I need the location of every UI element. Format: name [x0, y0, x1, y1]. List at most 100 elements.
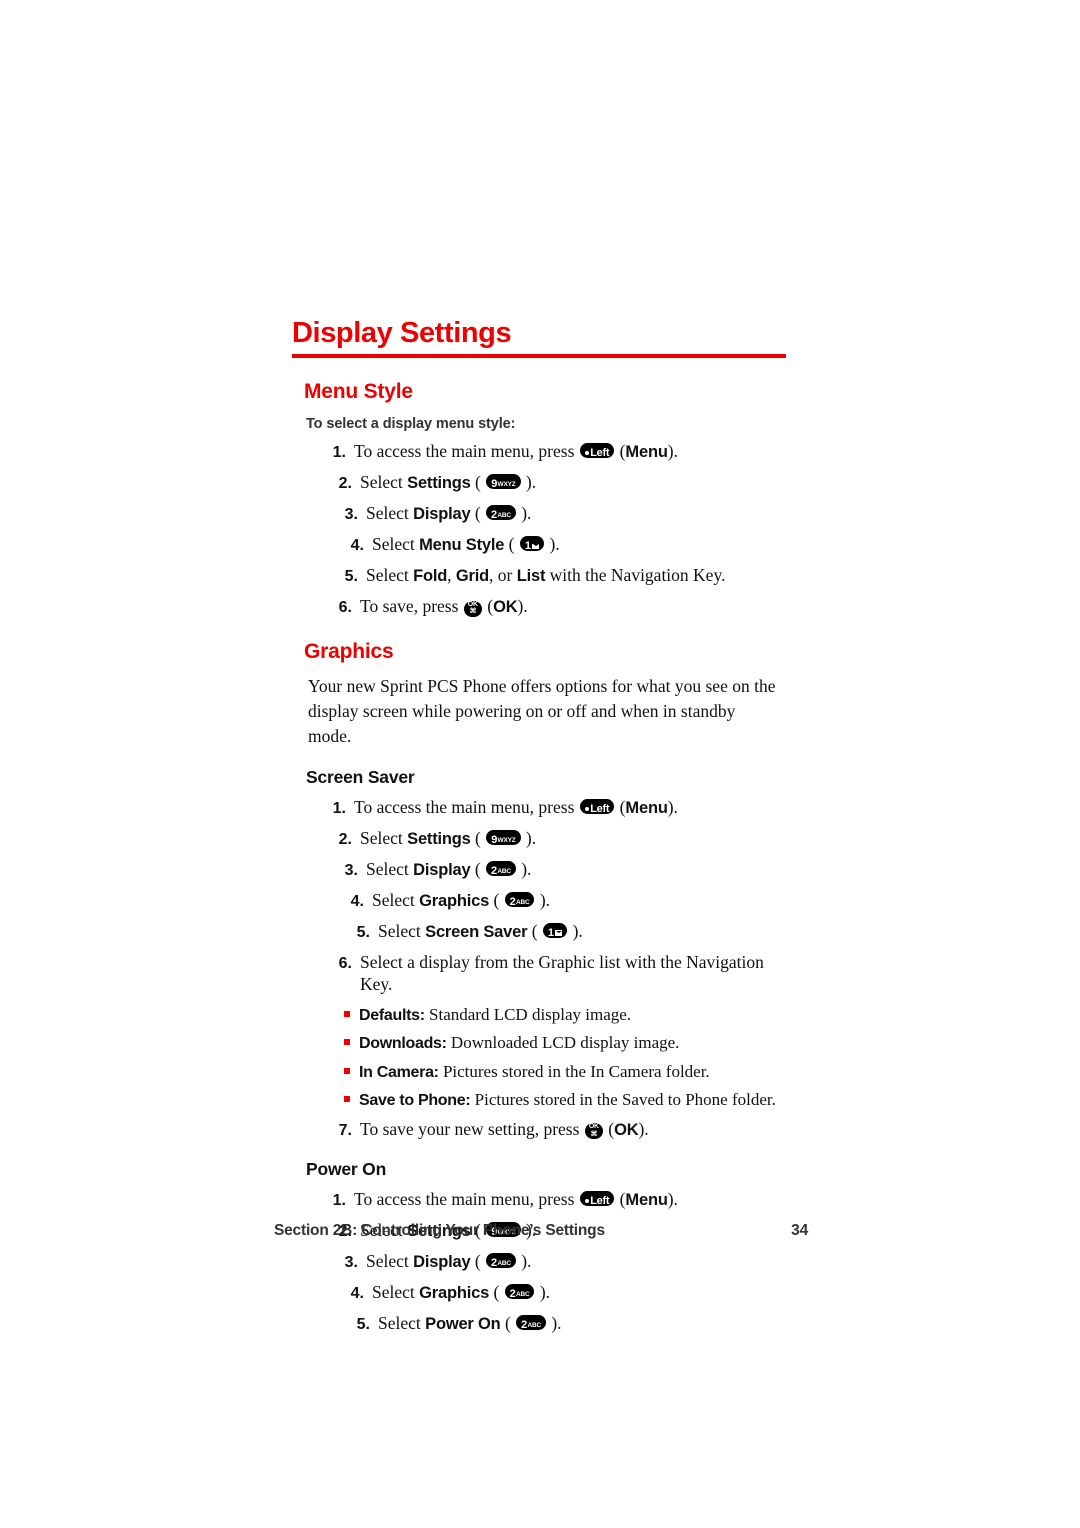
procedure-step: 6. To save, press OK ⌘ (OK). [326, 596, 792, 618]
manual-page: Display Settings Menu Style To select a d… [0, 0, 1080, 1528]
option-bullet-text: Downloads: Downloaded LCD display image. [359, 1033, 680, 1053]
step-number: 3. [344, 506, 358, 524]
key-1-voicemail-icon: 1 [519, 536, 545, 552]
step-text: Select Power On ( 2ABC ). [378, 1313, 562, 1334]
menu-item-name: Menu [625, 443, 668, 462]
step-number: 5. [356, 1316, 370, 1334]
option-bullet-item: Downloads: Downloaded LCD display image. [344, 1033, 792, 1053]
step-number: 2. [338, 475, 352, 493]
menu-item-name: Menu Style [419, 536, 505, 555]
option-bullet-text: In Camera: Pictures stored in the In Cam… [359, 1061, 710, 1081]
step-number: 7. [338, 1122, 352, 1140]
menu-item-name: Grid [455, 567, 490, 586]
step-number: 6. [338, 954, 352, 972]
key-9-wxyz-icon: 9WXYZ [486, 474, 521, 490]
key-2-abc-icon: 2ABC [486, 505, 516, 521]
step-number: 2. [338, 830, 352, 848]
menu-item-name: List [516, 567, 546, 586]
menu-item-name: Menu [625, 798, 668, 817]
step-text: To access the main menu, press Left (Men… [354, 441, 678, 462]
menu-item-name: Display [413, 860, 471, 879]
menu-item-name: Settings [407, 474, 471, 493]
step-text: Select Settings ( 9WXYZ ). [360, 827, 537, 848]
step-text: Select Display ( 2ABC ). [366, 1251, 532, 1272]
procedure-step: 4. Select Graphics ( 2ABC ). [338, 1282, 792, 1304]
step-text: To access the main menu, press Left (Men… [354, 1189, 678, 1210]
menu-item-name: Menu [625, 1191, 668, 1210]
procedure-step: 4. Select Graphics ( 2ABC ). [338, 890, 792, 912]
step-list-screen-saver-after: 7. To save your new setting, press OK ⌘ (O… [292, 1119, 792, 1141]
procedure-lead-in: To select a display menu style: [306, 416, 516, 433]
section-heading-menu-style: Menu Style [304, 380, 413, 404]
step-text: Select Graphics ( 2ABC ). [372, 1282, 551, 1303]
procedure-step: 5. Select Screen Saver ( 1 ). [344, 921, 792, 943]
option-label: In Camera: [359, 1063, 439, 1081]
step-number: 5. [344, 568, 358, 586]
menu-item-name: Display [413, 1253, 471, 1272]
square-bullet-icon [344, 1039, 350, 1046]
square-bullet-icon [344, 1095, 350, 1102]
footer-section-label: Section 2B: Controlling Your Phone’s Set… [274, 1222, 605, 1239]
procedure-step: 6. Select a display from the Graphic list… [326, 952, 792, 996]
menu-item-name: Settings [407, 829, 471, 848]
step-number: 6. [338, 599, 352, 617]
procedure-step: 7. To save your new setting, press OK ⌘ (O… [326, 1119, 792, 1141]
menu-item-name: Display [413, 505, 471, 524]
step-number: 4. [350, 892, 364, 910]
ok-key-icon: OK ⌘ [584, 1123, 603, 1140]
option-label: Defaults: [359, 1006, 425, 1024]
step-text: To save, press OK ⌘ (OK). [360, 596, 528, 617]
procedure-step: 3. Select Display ( 2ABC ). [332, 859, 792, 881]
key-2-abc-icon: 2ABC [504, 1284, 535, 1300]
step-list-screen-saver: 1. To access the main menu, press Left (M… [292, 797, 792, 996]
section-paragraph: Your new Sprint PCS Phone offers options… [308, 676, 776, 747]
option-bullet-text: Save to Phone: Pictures stored in the Sa… [359, 1089, 776, 1109]
key-2-abc-icon: 2ABC [486, 1253, 516, 1269]
procedure-step: 1. To access the main menu, press Left (M… [320, 1189, 792, 1211]
page-content: Display Settings Menu Style To select a d… [292, 318, 792, 1344]
menu-item-name: Fold [413, 567, 448, 586]
step-number: 4. [350, 537, 364, 555]
step-text: Select a display from the Graphic list w… [360, 951, 764, 994]
menu-item-name: OK [614, 1121, 639, 1140]
option-bullet-item: In Camera: Pictures stored in the In Cam… [344, 1062, 792, 1082]
key-2-abc-icon: 2ABC [504, 891, 535, 908]
page-title: Display Settings [292, 317, 512, 349]
step-number: 5. [356, 923, 370, 941]
step-text: Select Menu Style ( 1 ). [372, 534, 560, 555]
procedure-step: 1. To access the main menu, press Left (M… [320, 797, 792, 819]
footer-page-number: 34 [791, 1222, 808, 1239]
option-bullet-list: Defaults: Standard LCD display image. Dow… [292, 1005, 792, 1111]
sections-host: Menu Style To select a display menu style… [292, 380, 792, 1335]
step-text: Select Screen Saver ( 1 ). [378, 920, 583, 941]
page-footer: Section 2B: Controlling Your Phone’s Set… [274, 1222, 808, 1240]
square-bullet-icon [344, 1067, 350, 1074]
menu-item-name: Power On [425, 1315, 501, 1334]
step-number: 3. [344, 1254, 358, 1272]
section-heading-graphics: Graphics [304, 640, 394, 664]
step-text: Select Graphics ( 2ABC ). [372, 889, 551, 910]
left-soft-key-icon: Left [579, 798, 615, 815]
left-soft-key-icon: Left [579, 1191, 615, 1207]
menu-item-name: Graphics [419, 891, 490, 910]
procedure-step: 1. To access the main menu, press Left (M… [320, 441, 792, 463]
menu-item-name: Graphics [419, 1284, 490, 1303]
step-number: 1. [332, 1192, 346, 1210]
step-text: To save your new setting, press OK ⌘ (OK)… [360, 1119, 649, 1140]
step-text: Select Display ( 2ABC ). [366, 503, 532, 524]
key-9-wxyz-icon: 9WXYZ [486, 829, 521, 846]
option-bullet-item: Defaults: Standard LCD display image. [344, 1005, 792, 1025]
step-number: 4. [350, 1285, 364, 1303]
menu-item-name: OK [493, 598, 518, 617]
procedure-step: 2. Select Settings ( 9WXYZ ). [326, 828, 792, 850]
option-bullet-text: Defaults: Standard LCD display image. [359, 1004, 632, 1024]
left-soft-key-icon: Left [579, 443, 615, 459]
procedure-step: 3. Select Display ( 2ABC ). [332, 1251, 792, 1273]
subsection-heading-screen-saver: Screen Saver [306, 766, 415, 787]
step-list-menu-style: 1. To access the main menu, press Left (M… [292, 441, 792, 618]
menu-item-name: Screen Saver [425, 922, 528, 941]
step-text: Select Settings ( 9WXYZ ). [360, 472, 537, 493]
option-label: Save to Phone: [359, 1091, 471, 1109]
procedure-step: 5. Select Power On ( 2ABC ). [344, 1313, 792, 1335]
key-1-voicemail-icon: 1 [542, 922, 568, 939]
